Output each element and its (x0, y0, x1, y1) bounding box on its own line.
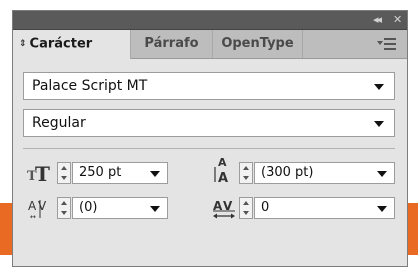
panel-tabbar: ⇕ Carácter Párrafo OpenType (13, 30, 407, 59)
tab-opentype[interactable]: OpenType (213, 30, 303, 58)
svg-text:↔: ↔ (30, 213, 36, 220)
svg-text:A: A (28, 199, 37, 213)
svg-text:A: A (218, 171, 228, 185)
kerning-stepper[interactable] (57, 197, 71, 219)
font-size-icon: T T (26, 159, 54, 186)
svg-text:T: T (35, 162, 50, 185)
chevron-down-icon[interactable] (374, 121, 384, 127)
chevron-down-icon[interactable] (377, 171, 387, 177)
kerning-input[interactable]: (0) (72, 197, 168, 219)
font-size-stepper[interactable] (57, 162, 71, 184)
font-size-value: 250 pt (79, 165, 122, 180)
leading-stepper[interactable] (239, 162, 253, 184)
tracking-input[interactable]: 0 (254, 197, 395, 219)
chevron-down-icon[interactable] (150, 171, 160, 177)
chevron-down-icon[interactable] (377, 206, 387, 212)
font-size-input[interactable]: 250 pt (72, 162, 168, 184)
svg-text:A: A (218, 156, 227, 169)
chevron-down-icon[interactable] (150, 206, 160, 212)
tab-parrafo[interactable]: Párrafo (131, 30, 213, 58)
panel-menu-icon[interactable] (377, 38, 399, 50)
font-style-value: Regular (32, 115, 86, 131)
tab-parrafo-label: Párrafo (144, 36, 199, 51)
font-family-dropdown[interactable]: Palace Script MT (23, 72, 395, 100)
kerning-value: (0) (79, 200, 98, 215)
kerning-icon: A V ↔ (26, 194, 54, 221)
leading-icon: A A (211, 155, 239, 186)
close-panel-icon[interactable]: ✕ (393, 13, 403, 26)
app-screen: ◂◂ ✕ ⇕ Carácter Párrafo OpenType Palace S… (0, 0, 418, 277)
leading-value: (300 pt) (261, 165, 314, 180)
font-family-value: Palace Script MT (32, 78, 148, 94)
panel-content: Palace Script MT Regular T T 250 pt A A … (13, 59, 407, 266)
tab-opentype-label: OpenType (221, 36, 294, 51)
leading-input[interactable]: (300 pt) (254, 162, 395, 184)
tracking-icon: A V (211, 194, 239, 220)
font-style-dropdown[interactable]: Regular (23, 109, 395, 137)
tracking-stepper[interactable] (239, 197, 253, 219)
tab-caracter-label: Carácter (29, 36, 93, 52)
tab-caracter[interactable]: ⇕ Carácter (13, 30, 131, 59)
chevron-down-icon[interactable] (374, 84, 384, 90)
divider (23, 148, 395, 149)
tracking-value: 0 (261, 200, 270, 215)
svg-text:V: V (38, 199, 47, 213)
character-panel: ◂◂ ✕ ⇕ Carácter Párrafo OpenType Palace S… (12, 10, 408, 267)
panel-titlebar[interactable]: ◂◂ ✕ (13, 11, 407, 30)
collapse-panel-icon[interactable]: ◂◂ (373, 13, 389, 26)
updown-arrows-icon: ⇕ (19, 39, 27, 49)
